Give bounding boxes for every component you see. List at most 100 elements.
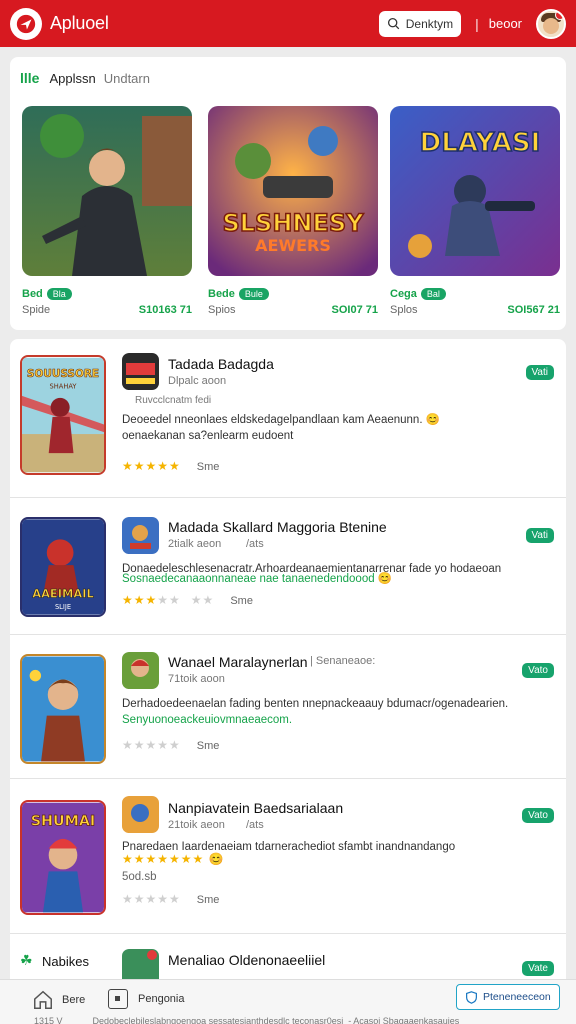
app-logo-icon[interactable] <box>10 7 42 40</box>
featured-item-pill: Bule <box>238 288 269 300</box>
game-mini-icon <box>122 353 159 390</box>
cover-sub: SHAHAY <box>50 382 78 390</box>
footer-text: 1315 V Dedobeclebileslabngoengoa sessates… <box>34 1016 459 1024</box>
game-mini-icon <box>122 652 159 689</box>
game-mini-icon <box>122 517 159 554</box>
list-item[interactable]: SHUMAI Nanpiavatein Baedsarialaan 21toik… <box>10 779 566 934</box>
list-item-desc-2: oenaekanan sa?enlearm eudoent <box>122 430 294 442</box>
rating-stars: ★★★★★ Sme <box>122 892 220 906</box>
install-badge-button[interactable]: Vate <box>522 961 554 976</box>
list-item-size: Sme <box>196 894 220 906</box>
list-item-subtitle-extra: /ats <box>246 819 264 831</box>
top-app-bar: Apluoel Denktym | beoor <box>0 0 576 47</box>
list-item-size: Sme <box>196 740 220 752</box>
featured-item-price: SOI07 71 <box>331 304 378 316</box>
list-item-desc: Deoeedel nneonlaes eldskedagelpandlaan k… <box>122 414 441 426</box>
featured-subtitle[interactable]: Undtarn <box>104 71 150 86</box>
list-item-size: Sme <box>196 461 220 473</box>
list-item-subtitle-extra: Ruvcclcnatm fedi <box>135 395 212 406</box>
leaf-icon: ☘ <box>20 952 33 968</box>
grid-icon <box>108 989 128 1009</box>
featured-item-name: Bed <box>22 288 43 300</box>
install-badge-button[interactable]: Vato <box>522 808 554 823</box>
list-item-desc-2: Senyuonoeackeuiovmnaeaecom. <box>122 714 293 726</box>
featured-art-sub: AEWERS <box>255 236 331 255</box>
search-button-label: Denktym <box>405 16 454 31</box>
avatar[interactable] <box>536 8 566 39</box>
featured-item[interactable]: SLSHNESY AEWERS Bede Bule Spios SOI07 71 <box>208 106 378 316</box>
featured-item-pill: Bal <box>420 288 446 300</box>
slshness-art-icon[interactable]: SLSHNESY AEWERS <box>208 106 378 276</box>
rating-stars: ★★★★★ ★★ Sme <box>122 593 253 607</box>
footer-left: 1315 V <box>34 1016 63 1024</box>
game-mini-icon <box>122 796 159 833</box>
list-item-title: Tadada Badagda <box>168 356 274 372</box>
list-item-title: Nanpiavatein Baedsarialaan <box>168 800 344 816</box>
shield-icon <box>466 990 477 1004</box>
list-item[interactable]: Wanael Maralaynerlan 71toik aoon | Senan… <box>10 635 566 779</box>
list-item-subtitle: 71toik aoon <box>168 673 225 685</box>
list-item-size: Sme <box>230 595 253 607</box>
list-item[interactable]: AAEIMAIL SLIJE Madada Skallard Maggoria … <box>10 498 566 635</box>
featured-section: llle Applssn Undtarn Bed Bla Spide S1016… <box>10 57 566 330</box>
cover-title: SHUMAI <box>31 814 95 830</box>
cta-button[interactable]: Pteneneeceon <box>456 984 560 1010</box>
header-divider: | <box>475 15 479 32</box>
game-mini-icon <box>122 949 159 979</box>
install-badge-button[interactable]: Vati <box>525 365 554 380</box>
footer-mid: Dedobeclebileslabngoengoa sessatesianthd… <box>92 1016 344 1024</box>
nav-games[interactable]: Pengonia <box>108 989 185 1009</box>
list-item[interactable]: SOUUSSORE SHAHAY Tadada Badagda Dlpalc a… <box>10 339 566 498</box>
featured-header: llle Applssn Undtarn <box>20 70 150 86</box>
hero-jacket-art-icon[interactable] <box>22 106 192 276</box>
nav-games-label: Pengonia <box>138 993 185 1005</box>
featured-item-price: SOI567 21 <box>507 304 560 316</box>
search-button[interactable]: Denktym <box>378 10 462 37</box>
nav-home-label: Bere <box>62 994 86 1006</box>
list-item-subtitle-extra: | Senaneaoe: <box>310 655 376 667</box>
list-item-title: Menaliao Oldenonaeeliiel <box>168 952 326 968</box>
featured-art-title: DLAYASI <box>420 128 541 158</box>
header-link[interactable]: beoor <box>489 16 522 31</box>
game-cover-icon[interactable]: SHUMAI <box>20 800 106 915</box>
bottom-nav: Bere Pengonia Pteneneeceon 1315 V Dedobec… <box>0 979 576 1024</box>
dlayasi-art-icon[interactable]: DLAYASI <box>390 106 560 276</box>
cover-sub: SLIJE <box>55 603 71 611</box>
game-cover-icon[interactable]: SOUUSSORE SHAHAY <box>20 355 106 475</box>
inline-rating-stars: ★★★★★★★ 😊 <box>122 852 225 866</box>
app-name: Apluoel <box>50 13 109 33</box>
list-item[interactable]: ☘ Nabikes Menaliao Oldenonaeeliiel Vate <box>10 934 566 979</box>
install-badge-button[interactable]: Vato <box>522 663 554 678</box>
install-badge-button[interactable]: Vati <box>525 528 554 543</box>
featured-item-name: Bede <box>208 288 235 300</box>
list-item-title: Madada Skallard Maggoria Btenine <box>168 519 387 535</box>
featured-item-pill: Bla <box>46 288 72 300</box>
featured-art-title: SLSHNESY <box>222 209 364 237</box>
featured-title: Applssn <box>49 70 96 86</box>
featured-item-genre: Spios <box>208 304 236 316</box>
featured-mark: llle <box>20 70 40 86</box>
cover-title: AAEIMAIL <box>32 587 94 601</box>
featured-item-price: S10163 71 <box>138 304 192 316</box>
nav-home[interactable]: Bere <box>32 989 85 1011</box>
list-item-desc: Derhadoedeenaelan fading benten nnepnack… <box>122 698 509 710</box>
list-item-subtitle: 2tialk aeon <box>168 538 222 550</box>
featured-item-genre: Splos <box>390 304 418 316</box>
featured-item-genre: Spide <box>22 304 51 316</box>
list-item-desc-3: 5od.sb <box>122 871 157 883</box>
search-icon <box>387 17 400 30</box>
list-item-title: Wanael Maralaynerlan <box>168 654 308 670</box>
cta-label: Pteneneeceon <box>483 991 551 1003</box>
notification-dot-icon <box>555 10 564 20</box>
footer-right: - Acasoi Sbagaaenkasauies <box>348 1016 460 1024</box>
list-item-subtitle-extra: /ats <box>246 538 264 550</box>
home-icon <box>34 990 52 1009</box>
game-cover-icon[interactable] <box>20 654 106 764</box>
list-item-desc-2: Sosnaedecanaaonnaneae nae tanaenedendooo… <box>122 573 393 585</box>
featured-item-name: Cega <box>390 288 417 300</box>
game-cover-icon[interactable]: AAEIMAIL SLIJE <box>20 517 106 617</box>
featured-item[interactable]: DLAYASI Cega Bal Splos SOI567 21 <box>390 106 560 316</box>
rating-stars: ★★★★★ Sme <box>122 738 220 752</box>
rating-stars: ★★★★★ Sme <box>122 459 220 473</box>
featured-item[interactable]: Bed Bla Spide S10163 71 <box>22 106 192 316</box>
